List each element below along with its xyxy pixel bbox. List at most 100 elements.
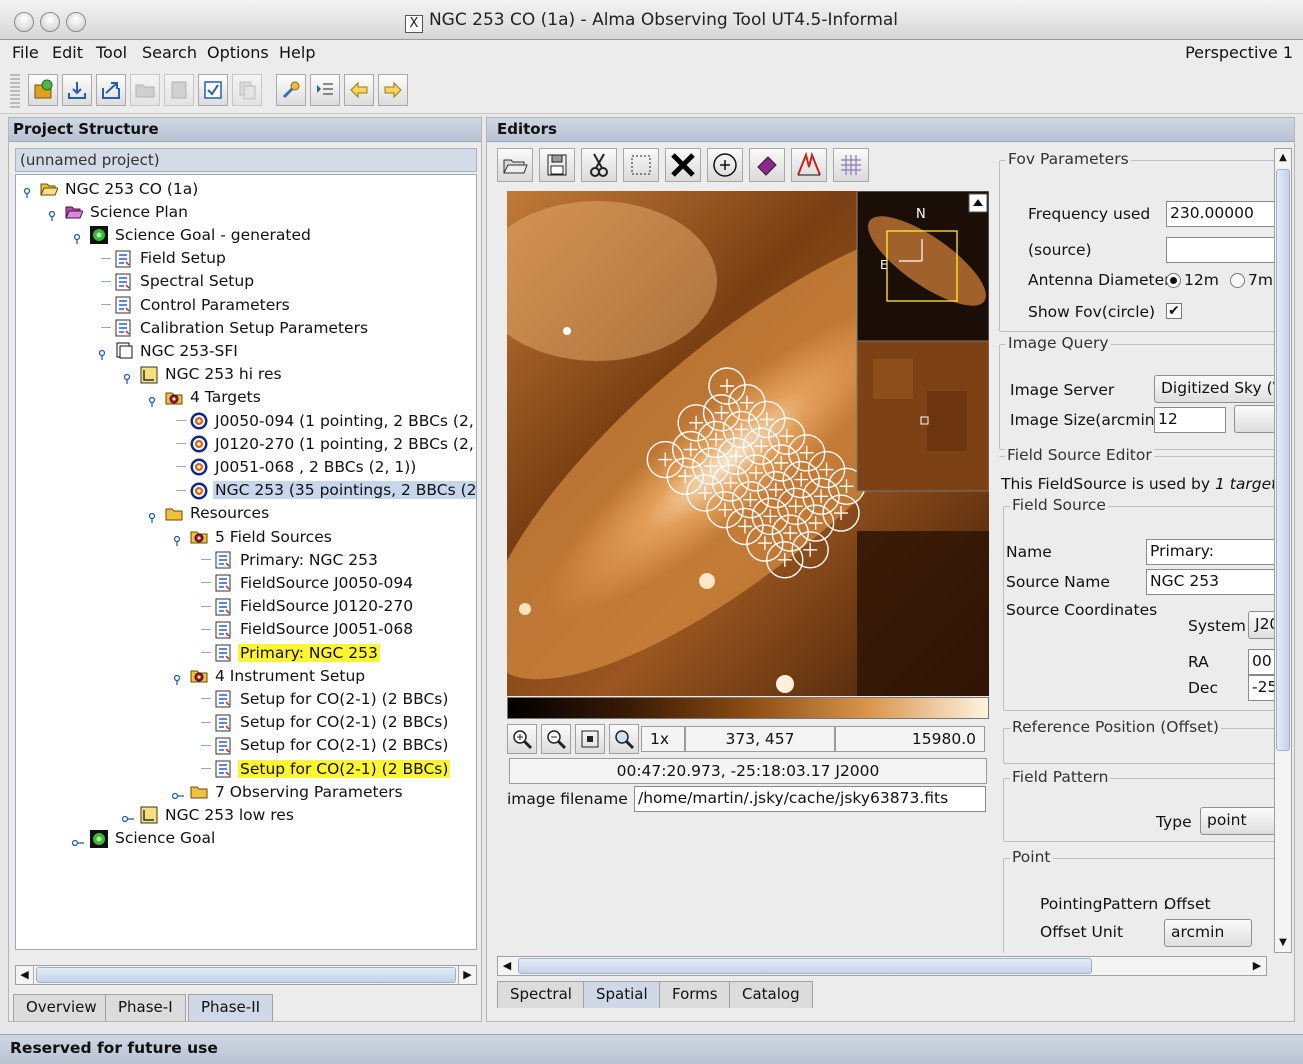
source-name-input[interactable]: NGC 253 xyxy=(1146,569,1275,595)
show-fov-checkbox[interactable]: ✔ xyxy=(1166,303,1182,319)
tree-expand-handle[interactable] xyxy=(97,346,107,361)
tree-node[interactable]: Primary: NGC 253 xyxy=(215,548,380,571)
offset-unit-select[interactable]: arcmin xyxy=(1164,919,1252,947)
export-button[interactable] xyxy=(96,74,126,106)
tree-expand-handle[interactable] xyxy=(172,532,182,546)
project-name-field[interactable]: (unnamed project) xyxy=(15,148,477,172)
zoom-in-button[interactable] xyxy=(507,724,537,754)
add-pointing-button[interactable] xyxy=(707,148,743,182)
tree-node[interactable]: J0051-068 , 2 BBCs (2, 1)) xyxy=(190,455,418,478)
sky-image-viewer[interactable]: N E xyxy=(507,191,989,696)
editor-horizontal-scrollbar[interactable]: ◀ ▶ xyxy=(497,956,1267,976)
form-vertical-scrollbar[interactable]: ▲ ▼ xyxy=(1274,148,1292,953)
scroll-up-icon[interactable]: ▲ xyxy=(1275,149,1291,167)
dec-input[interactable]: -25 xyxy=(1248,675,1275,701)
image-query-button[interactable] xyxy=(1234,405,1275,433)
tree-node[interactable]: NGC 253 CO (1a) xyxy=(40,177,200,200)
tree-node[interactable]: Primary: NGC 253 xyxy=(215,641,380,664)
tree-node[interactable]: Spectral Setup xyxy=(115,270,256,293)
tree-expand-handle[interactable] xyxy=(171,787,184,800)
indent-button[interactable] xyxy=(310,74,340,106)
back-button[interactable] xyxy=(344,74,374,106)
frequency-input[interactable]: 230.00000 xyxy=(1166,201,1275,227)
editor-scroll-thumb[interactable] xyxy=(518,958,1092,974)
tree-node[interactable]: Science Plan xyxy=(65,200,190,223)
menu-edit[interactable]: Edit xyxy=(52,43,83,62)
tree-expand-handle[interactable] xyxy=(71,834,84,846)
image-server-select[interactable]: Digitized Sky (Ve xyxy=(1154,375,1275,403)
save-image-button[interactable] xyxy=(539,148,575,182)
source-frequency-input[interactable] xyxy=(1166,237,1275,263)
fit-image-button[interactable] xyxy=(575,724,605,754)
tree-node[interactable]: Field Setup xyxy=(115,247,228,270)
tree-node[interactable]: 4 Targets xyxy=(165,386,263,409)
save-button[interactable] xyxy=(164,74,194,106)
tree-node[interactable]: Science Goal xyxy=(90,827,217,850)
tree-node[interactable]: J0050-094 (1 pointing, 2 BBCs (2, xyxy=(190,409,476,432)
tab-catalog[interactable]: Catalog xyxy=(729,981,813,1008)
menu-tool[interactable]: Tool xyxy=(96,43,127,62)
antenna-12m-radio[interactable] xyxy=(1166,273,1181,288)
zoom-out-button[interactable] xyxy=(541,724,571,754)
tree-node[interactable]: FieldSource J0051-068 xyxy=(215,618,415,641)
name-input[interactable]: Primary: xyxy=(1146,539,1275,565)
tree-expand-handle[interactable] xyxy=(147,509,157,523)
toolbar-grip[interactable] xyxy=(10,74,20,108)
tree-expand-handle[interactable] xyxy=(22,184,32,198)
select-region-button[interactable] xyxy=(623,148,659,182)
ra-input[interactable]: 00 xyxy=(1248,649,1275,675)
copy-button[interactable] xyxy=(232,74,262,106)
tree-node[interactable]: Control Parameters xyxy=(115,293,292,316)
scroll-thumb[interactable] xyxy=(36,967,456,983)
system-select[interactable]: J20 xyxy=(1248,611,1275,639)
tree-node[interactable]: Resources xyxy=(165,502,271,525)
type-select[interactable]: point xyxy=(1200,807,1275,835)
scroll-left-icon[interactable]: ◀ xyxy=(16,966,34,984)
tree-node[interactable]: 7 Observing Parameters xyxy=(190,780,405,803)
tree-node[interactable]: Science Goal - generated xyxy=(90,223,313,246)
open-folder-button[interactable] xyxy=(130,74,160,106)
tab-spatial[interactable]: Spatial xyxy=(583,981,661,1008)
tab-phase-2[interactable]: Phase-II xyxy=(188,994,274,1021)
form-scroll-thumb[interactable] xyxy=(1276,169,1290,751)
tools-button[interactable] xyxy=(276,74,306,106)
tree-node[interactable]: 5 Field Sources xyxy=(190,525,334,548)
forward-button[interactable] xyxy=(378,74,408,106)
tab-phase-1[interactable]: Phase-I xyxy=(105,994,186,1021)
tree-expand-handle[interactable] xyxy=(121,810,134,823)
tab-forms[interactable]: Forms xyxy=(659,981,731,1008)
image-size-input[interactable]: 12 xyxy=(1154,407,1226,433)
tree-expand-handle[interactable] xyxy=(122,370,132,384)
tree-node[interactable]: 4 Instrument Setup xyxy=(190,664,367,687)
tree-node[interactable]: NGC 253 low res xyxy=(140,803,296,826)
cut-button[interactable] xyxy=(581,148,617,182)
menu-help[interactable]: Help xyxy=(279,43,315,62)
spectrum-button[interactable] xyxy=(791,148,827,182)
tree-node[interactable]: FieldSource J0050-094 xyxy=(215,571,415,594)
tree-node[interactable]: NGC 253 (35 pointings, 2 BBCs (2, xyxy=(190,479,476,502)
tree-expand-handle[interactable] xyxy=(147,393,157,407)
eraser-button[interactable] xyxy=(749,148,785,182)
tree-node[interactable]: Setup for CO(2-1) (2 BBCs) xyxy=(215,687,450,710)
validate-button[interactable] xyxy=(198,74,228,106)
scroll-left-icon[interactable]: ◀ xyxy=(498,957,516,975)
sky-image[interactable]: N E xyxy=(507,191,989,696)
tree-node[interactable]: FieldSource J0120-270 xyxy=(215,595,415,618)
menu-options[interactable]: Options xyxy=(207,43,269,62)
tree-expand-handle[interactable] xyxy=(47,207,57,222)
open-image-button[interactable] xyxy=(497,148,533,182)
zoom-button[interactable] xyxy=(609,724,639,754)
tree-node[interactable]: Setup for CO(2-1) (2 BBCs) xyxy=(215,757,451,780)
image-filename-field[interactable]: /home/martin/.jsky/cache/jsky63873.fits xyxy=(634,786,986,812)
tree-node[interactable]: Calibration Setup Parameters xyxy=(115,316,370,339)
menu-file[interactable]: File xyxy=(12,43,39,62)
menu-search[interactable]: Search xyxy=(142,43,197,62)
tab-overview[interactable]: Overview xyxy=(13,994,110,1021)
grid-button[interactable] xyxy=(833,148,869,182)
scroll-right-icon[interactable]: ▶ xyxy=(1248,957,1266,975)
tree-node[interactable]: NGC 253 hi res xyxy=(140,363,284,386)
delete-button[interactable] xyxy=(665,148,701,182)
scroll-right-icon[interactable]: ▶ xyxy=(458,966,476,984)
colorbar[interactable] xyxy=(507,697,989,719)
tree-expand-handle[interactable] xyxy=(172,671,182,686)
